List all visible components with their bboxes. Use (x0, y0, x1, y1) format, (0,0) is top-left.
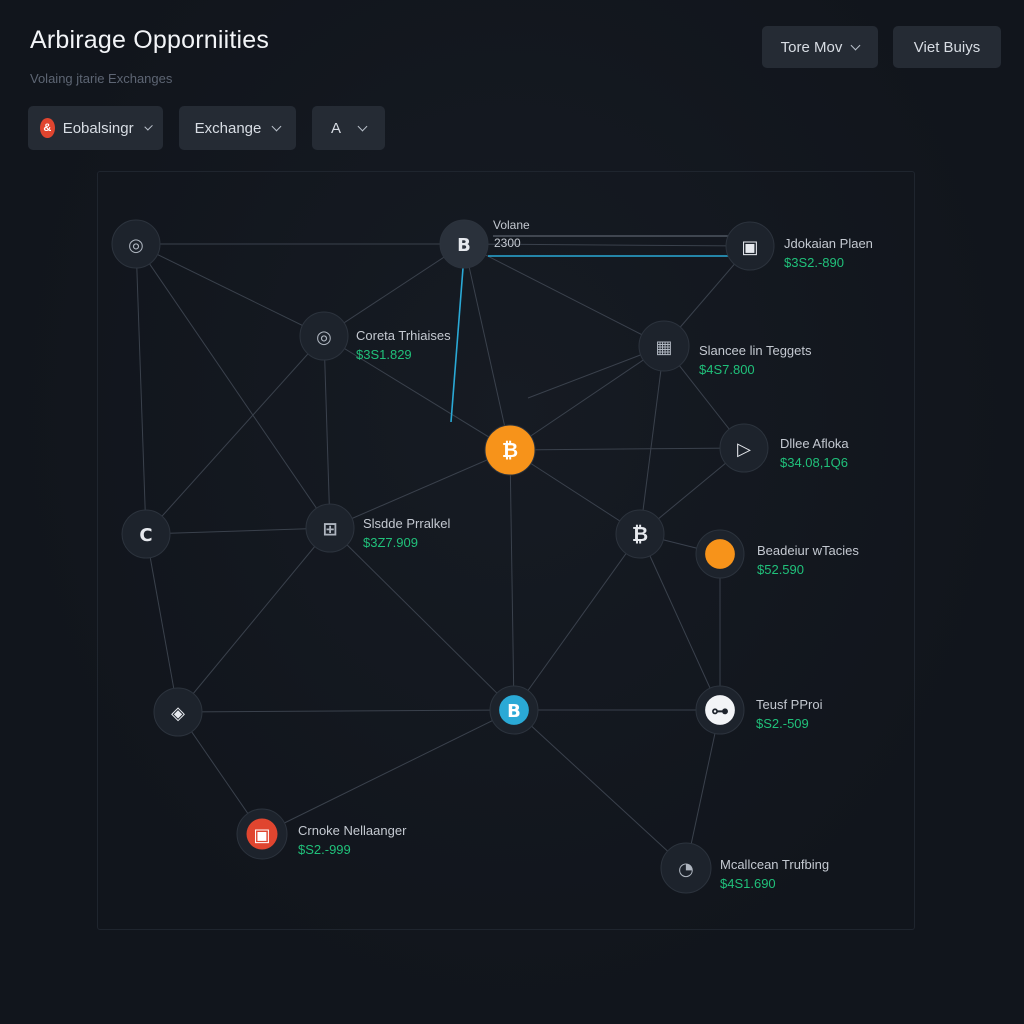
node-slancee[interactable]: ▦ (638, 320, 690, 372)
wallet-icon: ▣ (741, 237, 758, 258)
bitcoin-icon: ₿ (502, 438, 518, 462)
node-exchange-d[interactable]: ◈ (153, 687, 203, 737)
node-beadeiur-label: Beadeiur wTacies (757, 543, 859, 558)
node-teusf[interactable]: ⊶ (695, 685, 745, 735)
network-graph: ◎ B ▣ ◎ ▦ ₿ ▷ C ⊞ ₿ ◈ B ⊶ ▣ ◔ (111, 219, 775, 894)
red-box-icon: ▣ (253, 825, 270, 846)
bank-icon: ▦ (655, 337, 672, 358)
node-dllee-label: Dllee Afloka (780, 436, 849, 451)
face-icon: ◔ (678, 859, 694, 880)
node-slsdde[interactable]: ⊞ (305, 503, 355, 553)
node-exchange-c[interactable]: C (121, 509, 171, 559)
node-beadeiur-price: $52.590 (757, 562, 804, 577)
volume-value: 2300 (494, 236, 521, 250)
grid-coin-icon: ⊞ (322, 519, 337, 540)
c-logo-icon: C (139, 525, 152, 546)
blue-b-icon: B (507, 701, 521, 722)
node-jdokaian-price: $3S2.-890 (784, 255, 844, 270)
node-bitcoin-2[interactable]: ₿ (615, 509, 665, 559)
node-beadeiur[interactable] (695, 529, 745, 579)
node-exchange-blue[interactable]: B (489, 685, 539, 735)
orange-coin-icon-disc (705, 539, 735, 569)
diamond-icon: ◈ (171, 703, 185, 724)
node-slancee-price: $4S7.800 (699, 362, 755, 377)
node-crnoke-label: Crnoke Nellaanger (298, 823, 407, 838)
node-teusf-price: $S2.-509 (756, 716, 809, 731)
node-mcallcean-price: $4S1.690 (720, 876, 776, 891)
node-mcallcean[interactable]: ◔ (660, 842, 712, 894)
volume-label: Volane (493, 218, 530, 232)
node-slsdde-price: $3Z7.909 (363, 535, 418, 550)
node-mcallcean-label: Mcallcean Trufbing (720, 857, 830, 872)
bitcoin-icon: ₿ (632, 522, 648, 546)
node-dllee-price: $34.08,1Q6 (780, 455, 848, 470)
node-crnoke-price: $S2.-999 (298, 842, 351, 857)
play-icon: ▷ (737, 439, 751, 460)
ring-coin-icon: ◎ (128, 235, 144, 256)
link-icon: ⊶ (711, 701, 729, 722)
node-crnoke[interactable]: ▣ (236, 808, 288, 860)
node-exchange-1[interactable]: ◎ (111, 219, 161, 269)
node-slancee-label: Slancee lin Teggets (699, 343, 812, 358)
node-coreta-price: $3S1.829 (356, 347, 412, 362)
node-exchange-2[interactable]: B (439, 219, 489, 269)
node-jdokaian-label: Jdokaian Plaen (784, 236, 873, 251)
ring-coin-icon: ◎ (316, 327, 332, 348)
node-slsdde-label: Slsdde Prralkel (363, 516, 451, 531)
node-teusf-label: Teusf PProi (756, 697, 823, 712)
b-logo-icon: B (457, 235, 471, 256)
node-coreta[interactable]: ◎ (299, 311, 349, 361)
node-jdokaian[interactable]: ▣ (725, 221, 775, 271)
arbitrage-page: Arbirage Opporniities Volaing jtarie Exc… (0, 0, 1024, 1024)
node-dllee[interactable]: ▷ (719, 423, 769, 473)
node-bitcoin-center[interactable]: ₿ (484, 424, 536, 476)
node-coreta-label: Coreta Trhiaises (356, 328, 451, 343)
